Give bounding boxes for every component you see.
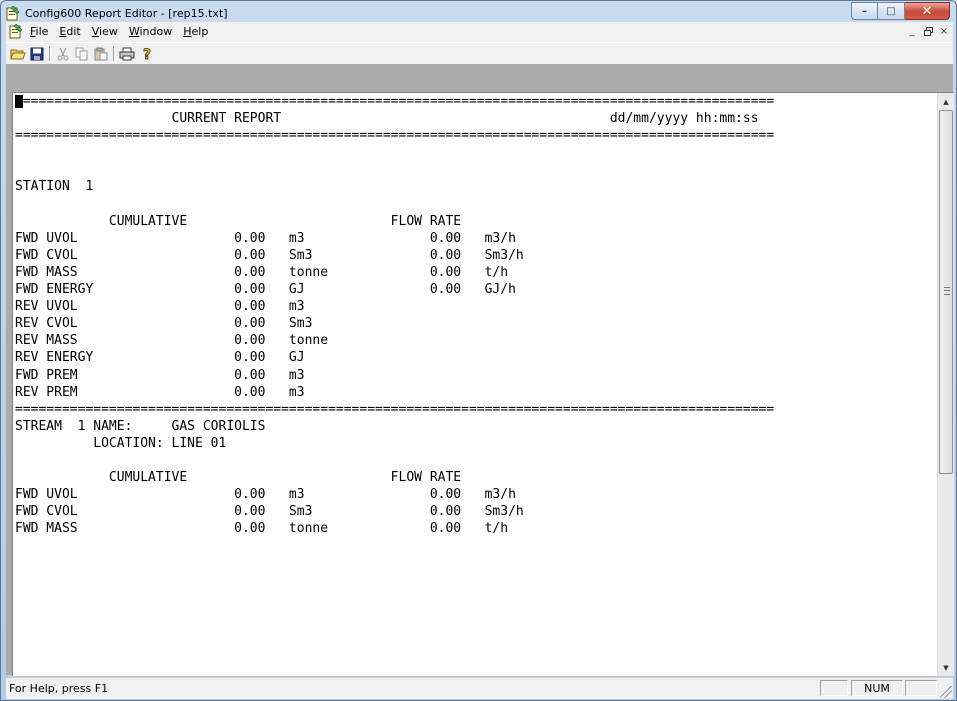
report-line[interactable] [15,196,937,213]
report-line[interactable]: FWD UVOL 0.00 m3 0.00 m3/h [15,230,937,247]
maximize-button[interactable]: □ [878,2,905,20]
open-button[interactable] [9,45,27,62]
report-line[interactable]: REV PREM 0.00 m3 [15,384,937,401]
open-icon [10,49,26,59]
minimize-button[interactable]: – [851,2,878,20]
scroll-thumb[interactable] [939,110,953,474]
child-close-button[interactable]: × [937,24,951,38]
report-line[interactable]: ========================================… [15,127,937,144]
menu-help-rest: elp [191,25,209,38]
menu-edit-rest: dit [66,25,81,38]
report-document[interactable]: ========================================… [12,92,954,676]
scroll-up-arrow-icon[interactable]: ▲ [938,93,954,110]
report-line[interactable] [15,144,937,161]
status-panel-scroll [905,680,937,696]
paste-icon [94,47,108,60]
menu-help[interactable]: Help [183,25,208,38]
paste-button[interactable] [92,45,110,62]
minimize-icon: – [862,5,867,17]
resize-grip-icon[interactable] [940,686,952,698]
print-button[interactable] [118,45,136,62]
menu-file-rest: ile [35,25,49,38]
num-lock-indicator: NUM [851,680,903,696]
report-line[interactable]: ========================================… [15,401,937,418]
close-icon: ✕ [921,3,933,19]
report-line[interactable]: FWD MASS 0.00 tonne 0.00 t/h [15,520,937,537]
app-window: Config600 Report Editor - [rep15.txt] – … [0,0,957,701]
report-line[interactable] [15,161,937,178]
status-bar: For Help, press F1 NUM [6,677,953,699]
cut-button[interactable] [54,45,72,62]
report-line[interactable]: CUMULATIVE FLOW RATE [15,469,937,486]
svg-text:?: ? [143,47,151,61]
cut-icon [57,47,69,60]
report-line[interactable]: ========================================… [15,93,937,110]
report-line[interactable]: FWD MASS 0.00 tonne 0.00 t/h [15,264,937,281]
child-minimize-button[interactable]: _ [905,24,919,38]
menu-bar: File Edit View Window Help _ × [6,22,953,42]
scroll-grip-icon [944,287,950,295]
report-text-area[interactable]: ========================================… [13,93,937,676]
report-text[interactable]: ========================================… [13,93,937,537]
copy-icon [75,47,88,60]
status-panel-empty [820,680,848,696]
report-line[interactable]: FWD UVOL 0.00 m3 0.00 m3/h [15,486,937,503]
document-icon[interactable] [9,23,23,39]
window-title: Config600 Report Editor - [rep15.txt] [25,7,228,20]
help-button[interactable]: ? [138,45,156,62]
report-line[interactable]: FWD ENERGY 0.00 GJ 0.00 GJ/h [15,281,937,298]
status-help-text: For Help, press F1 [9,682,109,695]
maximize-icon: □ [886,5,896,17]
menu-view[interactable]: View [92,25,118,38]
close-button[interactable]: ✕ [905,2,950,20]
menu-edit[interactable]: Edit [59,25,80,38]
report-line[interactable]: REV CVOL 0.00 Sm3 [15,315,937,332]
help-icon: ? [143,47,152,61]
report-line[interactable]: REV MASS 0.00 tonne [15,332,937,349]
report-line[interactable]: FWD CVOL 0.00 Sm3 0.00 Sm3/h [15,247,937,264]
child-restore-button[interactable] [921,24,935,38]
report-line[interactable]: FWD PREM 0.00 m3 [15,367,937,384]
print-icon [119,47,135,60]
report-line[interactable]: CURRENT REPORT dd/mm/yyyy hh:mm:ss [15,110,937,127]
menu-view-rest: iew [99,25,118,38]
report-line[interactable]: FWD CVOL 0.00 Sm3 0.00 Sm3/h [15,503,937,520]
report-line[interactable]: REV UVOL 0.00 m3 [15,298,937,315]
save-icon [30,47,44,60]
app-icon[interactable] [6,5,20,21]
report-line[interactable]: LOCATION: LINE 01 [15,435,937,452]
report-line[interactable] [15,452,937,469]
scroll-down-arrow-icon[interactable]: ▼ [938,659,954,676]
menu-window-rest: indow [139,25,173,38]
save-button[interactable] [28,45,46,62]
text-cursor [15,95,23,108]
report-line[interactable]: STREAM 1 NAME: GAS CORIOLIS [15,418,937,435]
menu-file[interactable]: File [30,25,48,38]
report-line[interactable]: REV ENERGY 0.00 GJ [15,349,937,366]
toolbar: ? [6,42,953,64]
menu-window[interactable]: Window [129,25,172,38]
vertical-scrollbar[interactable]: ▲ ▼ [937,93,954,676]
copy-button[interactable] [73,45,91,62]
report-line[interactable]: CUMULATIVE FLOW RATE [15,213,937,230]
report-line[interactable]: STATION 1 [15,178,937,195]
